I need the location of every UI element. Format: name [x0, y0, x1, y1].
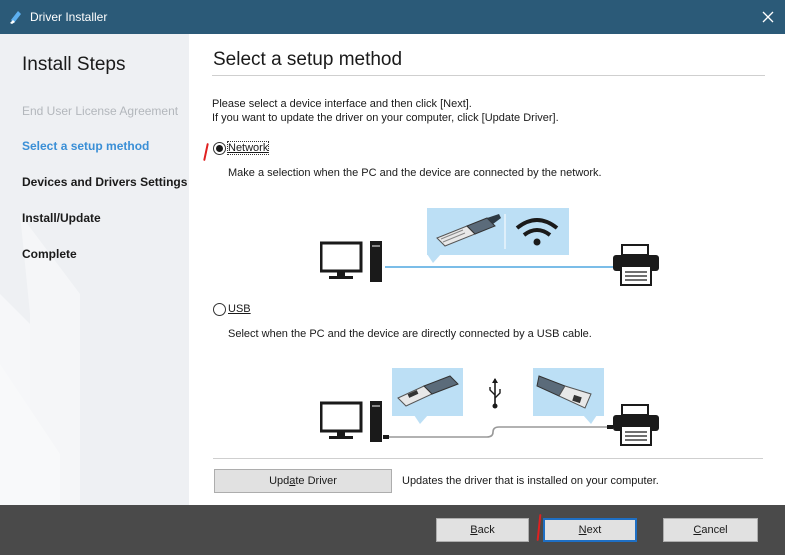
next-button[interactable]: Next — [543, 518, 637, 542]
back-button[interactable]: Back — [436, 518, 529, 542]
back-accel-key: B — [470, 524, 478, 536]
update-driver-label-post: te Driver — [295, 475, 337, 487]
update-driver-button[interactable]: Upd a te Driver — [214, 469, 392, 493]
close-button[interactable] — [754, 4, 782, 30]
usb-cable-line — [383, 425, 613, 439]
network-description: Make a selection when the PC and the dev… — [228, 167, 602, 179]
title-divider — [212, 75, 765, 76]
annotation-mark — [203, 142, 209, 162]
step-complete: Complete — [22, 247, 77, 261]
usb-radio-label[interactable]: USB — [228, 303, 251, 315]
computer-icon — [320, 241, 382, 282]
network-illustration-panel — [427, 208, 569, 255]
cancel-label: ancel — [701, 524, 728, 536]
next-accel-key: N — [578, 524, 587, 536]
title-bar: Driver Installer — [0, 0, 785, 34]
close-icon — [762, 11, 774, 23]
intro-text-line-1: Please select a device interface and the… — [212, 98, 472, 110]
bottom-divider — [213, 458, 763, 459]
usb-a-plug-icon — [397, 375, 459, 407]
install-steps-sidebar: Install Steps End User License Agreement… — [0, 34, 189, 505]
usb-b-connector-panel — [533, 368, 604, 416]
computer-icon-usb — [320, 401, 382, 442]
usb-a-connector-panel — [392, 368, 463, 416]
install-steps-heading: Install Steps — [22, 54, 126, 75]
step-devices-and-drivers-settings: Devices and Drivers Settings — [22, 175, 188, 189]
printer-icon — [613, 244, 659, 286]
usb-radio[interactable] — [213, 303, 226, 316]
cancel-accel-key: C — [693, 524, 702, 536]
ethernet-and-wifi-icon — [436, 214, 559, 249]
step-install-update: Install/Update — [22, 211, 101, 225]
network-radio-label[interactable]: Network — [226, 141, 270, 155]
step-end-user-license-agreement: End User License Agreement — [22, 104, 179, 118]
ethernet-plug-icon — [436, 214, 501, 247]
callout-pointer — [427, 254, 441, 263]
intro-text-line-2: If you want to update the driver on your… — [212, 112, 559, 124]
next-label: ext — [586, 524, 602, 536]
network-radio[interactable] — [213, 142, 226, 155]
network-connection-line — [385, 266, 613, 268]
step-select-setup-method: Select a setup method — [22, 139, 150, 153]
cancel-button[interactable]: Cancel — [663, 518, 758, 542]
printer-icon-usb — [613, 404, 659, 446]
window-title: Driver Installer — [30, 10, 108, 24]
page-title: Select a setup method — [213, 49, 403, 70]
usb-b-plug-icon — [536, 375, 592, 409]
usb-description: Select when the PC and the device are di… — [228, 328, 592, 340]
back-label: ack — [477, 524, 495, 536]
usb-symbol-icon — [489, 378, 501, 409]
wifi-icon — [515, 218, 559, 246]
update-driver-label-pre: Upd — [269, 475, 290, 487]
app-icon — [10, 11, 21, 24]
update-driver-description: Updates the driver that is installed on … — [402, 475, 659, 487]
